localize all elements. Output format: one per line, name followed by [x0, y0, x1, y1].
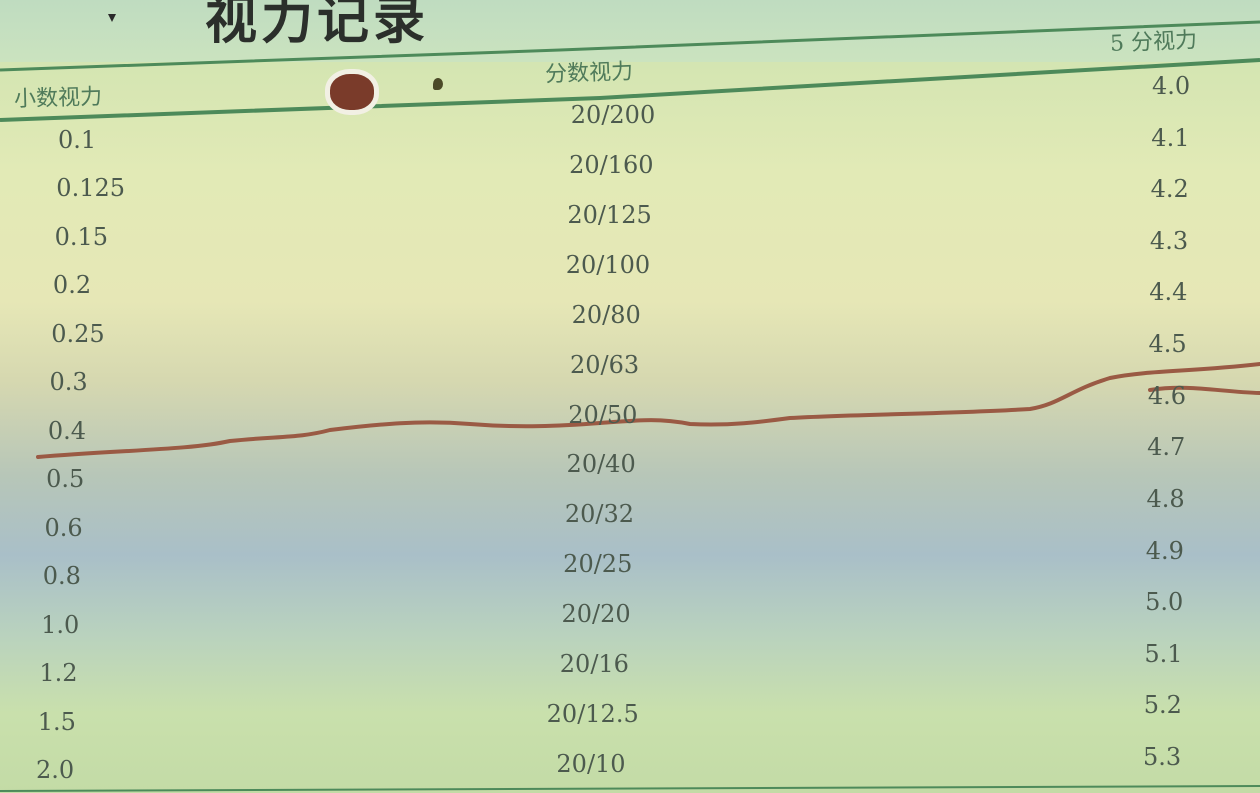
red-blot	[330, 74, 374, 110]
five-point-cell: 4.4	[1149, 278, 1188, 307]
five-point-cell: 4.3	[1149, 226, 1189, 255]
dark-speck	[433, 78, 443, 90]
fraction-cell: 20/16	[559, 650, 629, 679]
decimal-cell: 0.1	[58, 126, 97, 154]
fraction-cell: 20/20	[561, 600, 631, 629]
five-point-cell: 5.3	[1143, 743, 1182, 771]
decimal-cell: 0.125	[56, 174, 126, 203]
header-fraction-vision: 分数视力	[544, 59, 634, 88]
decimal-cell: 0.6	[44, 513, 83, 542]
decimal-cell: 1.5	[37, 707, 76, 736]
fraction-cell: 20/80	[571, 300, 641, 329]
fraction-cell: 20/12.5	[546, 700, 639, 729]
decimal-cell: 0.25	[51, 319, 105, 348]
fraction-cell: 20/32	[564, 500, 635, 529]
five-point-cell: 5.0	[1145, 588, 1184, 617]
fraction-cell: 20/160	[569, 150, 654, 179]
fraction-cell: 20/50	[568, 400, 638, 429]
decimal-cell: 0.5	[46, 465, 85, 494]
five-point-cell: 5.1	[1144, 639, 1183, 668]
decimal-cell: 0.15	[54, 222, 109, 251]
fraction-cell: 20/40	[566, 450, 636, 479]
five-point-cell: 5.2	[1143, 691, 1182, 720]
fraction-cell: 20/200	[570, 101, 656, 129]
fraction-cell: 20/100	[565, 250, 651, 279]
decimal-cell: 1.0	[41, 610, 80, 639]
fraction-cell: 20/25	[563, 550, 633, 579]
decimal-cell: 0.4	[47, 416, 87, 445]
marker-line	[36, 362, 1260, 459]
fraction-cell: 20/63	[569, 350, 640, 379]
decimal-cell: 1.2	[39, 659, 78, 688]
decimal-cell: 0.8	[42, 562, 81, 591]
header-decimal-vision: 小数视力	[13, 84, 103, 113]
five-point-cell: 4.7	[1147, 433, 1186, 462]
fraction-cell: 20/125	[567, 200, 652, 229]
header-five-point-vision: 5 分视力	[1109, 28, 1198, 57]
table-bottom-rule	[0, 785, 1260, 792]
five-point-cell: 4.6	[1147, 381, 1187, 410]
five-point-cell: 4.1	[1151, 123, 1190, 152]
fraction-cell: 20/10	[556, 750, 626, 778]
decimal-cell: 2.0	[36, 756, 75, 784]
five-point-cell: 4.5	[1148, 330, 1187, 359]
five-point-cell: 4.2	[1150, 175, 1189, 204]
five-point-cell: 4.8	[1146, 484, 1185, 513]
five-point-cell: 4.9	[1145, 536, 1184, 565]
decimal-cell: 0.2	[52, 271, 92, 300]
decimal-cell: 0.3	[49, 368, 88, 397]
five-point-cell: 4.0	[1152, 72, 1191, 100]
